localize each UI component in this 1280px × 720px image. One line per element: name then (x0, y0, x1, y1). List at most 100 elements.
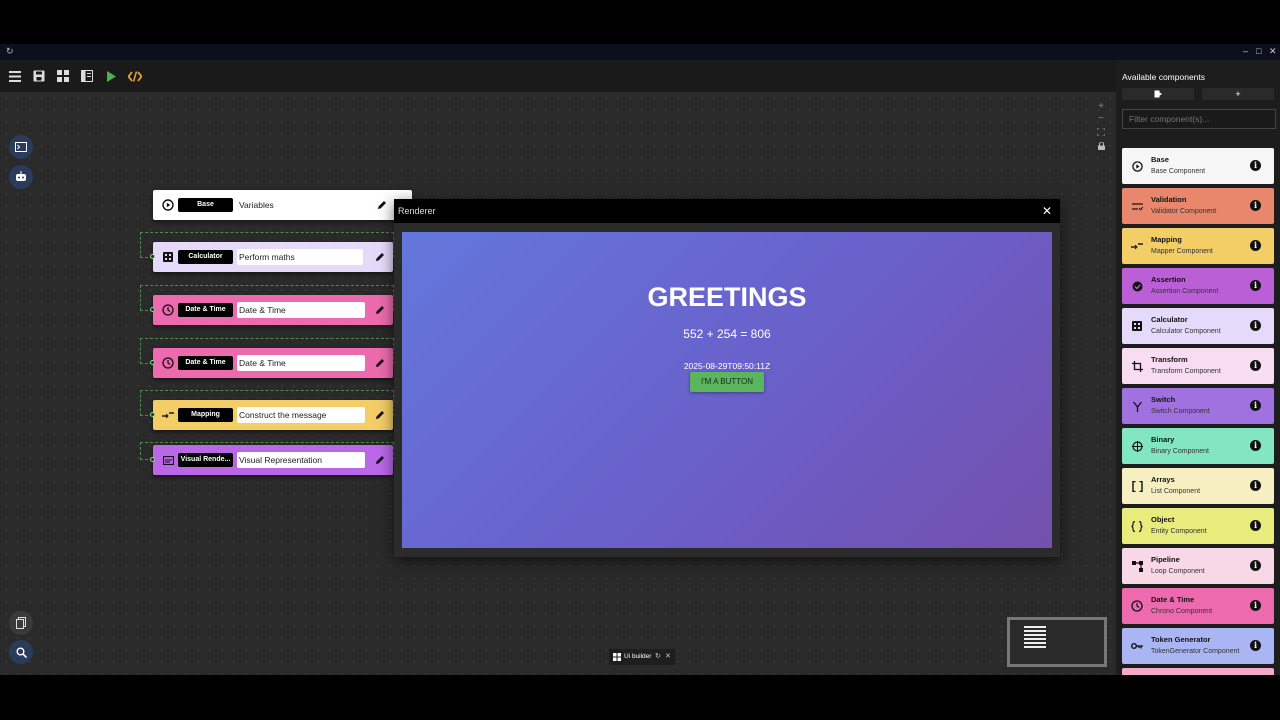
sum-text: 552 + 254 = 806 (683, 327, 771, 341)
save-icon[interactable] (31, 68, 47, 84)
zoom-out-icon[interactable]: − (1094, 112, 1108, 124)
visual-icon (161, 453, 175, 467)
info-icon[interactable]: i (1250, 360, 1261, 371)
edit-icon[interactable] (373, 250, 387, 264)
input-port[interactable] (150, 307, 155, 312)
input-port[interactable] (150, 360, 155, 365)
code-icon[interactable] (127, 68, 143, 84)
component-base[interactable]: Base Base Component i (1122, 148, 1274, 184)
edit-icon[interactable] (375, 198, 389, 212)
close-icon[interactable]: ✕ (665, 652, 671, 660)
info-icon[interactable]: i (1250, 480, 1261, 491)
component-calculator[interactable]: Calculator Calculator Component i (1122, 308, 1274, 344)
component-name: Date & Time (1151, 595, 1195, 604)
validation-icon (1130, 199, 1144, 213)
info-icon[interactable]: i (1250, 440, 1261, 451)
maximize-icon[interactable]: □ (1256, 46, 1261, 56)
component-subtitle: Base Component (1151, 168, 1206, 175)
edit-icon[interactable] (373, 408, 387, 422)
transform-icon (1130, 359, 1144, 373)
preview-button[interactable]: I'M A BUTTON (690, 372, 764, 392)
component-validation[interactable]: Validation Validator Component i (1122, 188, 1274, 224)
play-icon[interactable] (103, 68, 119, 84)
info-icon[interactable]: i (1250, 200, 1261, 211)
info-icon[interactable]: i (1250, 560, 1261, 571)
node-date-time[interactable]: Date & Time Date & Time (150, 348, 393, 378)
info-icon[interactable]: i (1250, 320, 1261, 331)
zoom-in-icon[interactable]: + (1094, 100, 1108, 112)
refresh-icon[interactable]: ↻ (655, 652, 661, 660)
component-date-time[interactable]: Date & Time Chrono Component i (1122, 588, 1274, 624)
component-subtitle: Entity Component (1151, 528, 1207, 535)
info-icon[interactable]: i (1250, 240, 1261, 251)
component-pipeline[interactable]: Pipeline Loop Component i (1122, 548, 1274, 584)
panel-icon[interactable] (79, 68, 95, 84)
component-mapping[interactable]: Mapping Mapper Component i (1122, 228, 1274, 264)
node-label-input[interactable]: Visual Representation (237, 452, 365, 468)
render-preview: GREETINGS 552 + 254 = 806 2025-08-29T09:… (402, 232, 1052, 548)
component-name: Validation (1151, 195, 1187, 204)
close-icon[interactable]: ✕ (1269, 46, 1277, 57)
minimap[interactable] (1007, 617, 1107, 667)
robot-icon[interactable] (9, 165, 33, 189)
node-label-input[interactable]: Construct the message (237, 407, 365, 423)
brackets-icon (1130, 479, 1144, 493)
edit-icon[interactable] (373, 303, 387, 317)
refresh-icon[interactable]: ↻ (6, 46, 14, 57)
node-label-input[interactable]: Variables (237, 197, 365, 213)
info-icon[interactable]: i (1250, 400, 1261, 411)
node-mapping[interactable]: Mapping Construct the message (150, 400, 393, 430)
info-icon[interactable]: i (1250, 600, 1261, 611)
info-icon[interactable]: i (1250, 160, 1261, 171)
add-icon[interactable]: + (1202, 88, 1274, 100)
timestamp-text: 2025-08-29T09:50:11Z (683, 361, 771, 371)
braces-icon (1130, 519, 1144, 533)
node-visual-renderer[interactable]: Visual Rende... Visual Representation (150, 445, 393, 475)
play-circle-icon (1130, 159, 1144, 173)
component-name: Switch (1151, 395, 1176, 404)
node-base[interactable]: Base Variables (153, 190, 412, 220)
info-icon[interactable]: i (1250, 640, 1261, 651)
input-port[interactable] (150, 457, 155, 462)
renderer-header: Renderer ✕ (394, 199, 1060, 223)
menu-icon[interactable] (7, 68, 23, 84)
component-binary[interactable]: Binary Binary Component i (1122, 428, 1274, 464)
minimize-icon[interactable]: – (1243, 46, 1248, 56)
component-subtitle: Calculator Component (1151, 328, 1221, 335)
component-assertion[interactable]: Assertion Assertion Component i (1122, 268, 1274, 304)
grid-icon[interactable] (55, 68, 71, 84)
copy-icon[interactable] (9, 611, 33, 635)
fit-view-icon[interactable] (1094, 126, 1108, 138)
component-subtitle: List Component (1151, 488, 1201, 495)
input-port[interactable] (150, 412, 155, 417)
component-token-generator[interactable]: Token Generator TokenGenerator Component… (1122, 628, 1274, 664)
minimap-nodes (1024, 626, 1046, 648)
filter-input[interactable] (1122, 109, 1276, 129)
node-label-input[interactable]: Date & Time (237, 355, 365, 371)
title-bar: ↻ – □ ✕ (0, 44, 1280, 60)
key-icon (1130, 639, 1144, 653)
info-icon[interactable]: i (1250, 520, 1261, 531)
component-partial (1122, 668, 1274, 675)
terminal-icon[interactable] (9, 135, 33, 159)
ui-builder-tab[interactable]: Ui builder ↻ ✕ (609, 649, 675, 665)
component-switch[interactable]: Switch Switch Component i (1122, 388, 1274, 424)
component-arrays[interactable]: Arrays List Component i (1122, 468, 1274, 504)
component-name: Calculator (1151, 315, 1188, 324)
component-object[interactable]: Object Entity Component i (1122, 508, 1274, 544)
calculator-icon (1130, 319, 1144, 333)
node-label-input[interactable]: Perform maths (237, 249, 363, 265)
edit-icon[interactable] (373, 453, 387, 467)
import-icon[interactable] (1122, 88, 1194, 100)
info-icon[interactable]: i (1250, 280, 1261, 291)
input-port[interactable] (150, 254, 155, 259)
edit-icon[interactable] (373, 356, 387, 370)
node-calculator[interactable]: Calculator Perform maths (150, 242, 393, 272)
node-label-input[interactable]: Date & Time (237, 302, 365, 318)
component-subtitle: Validator Component (1151, 208, 1217, 215)
lock-icon[interactable] (1094, 140, 1108, 152)
close-icon[interactable]: ✕ (1042, 204, 1052, 218)
node-date-time[interactable]: Date & Time Date & Time (150, 295, 393, 325)
search-icon[interactable] (9, 640, 33, 664)
component-transform[interactable]: Transform Transform Component i (1122, 348, 1274, 384)
